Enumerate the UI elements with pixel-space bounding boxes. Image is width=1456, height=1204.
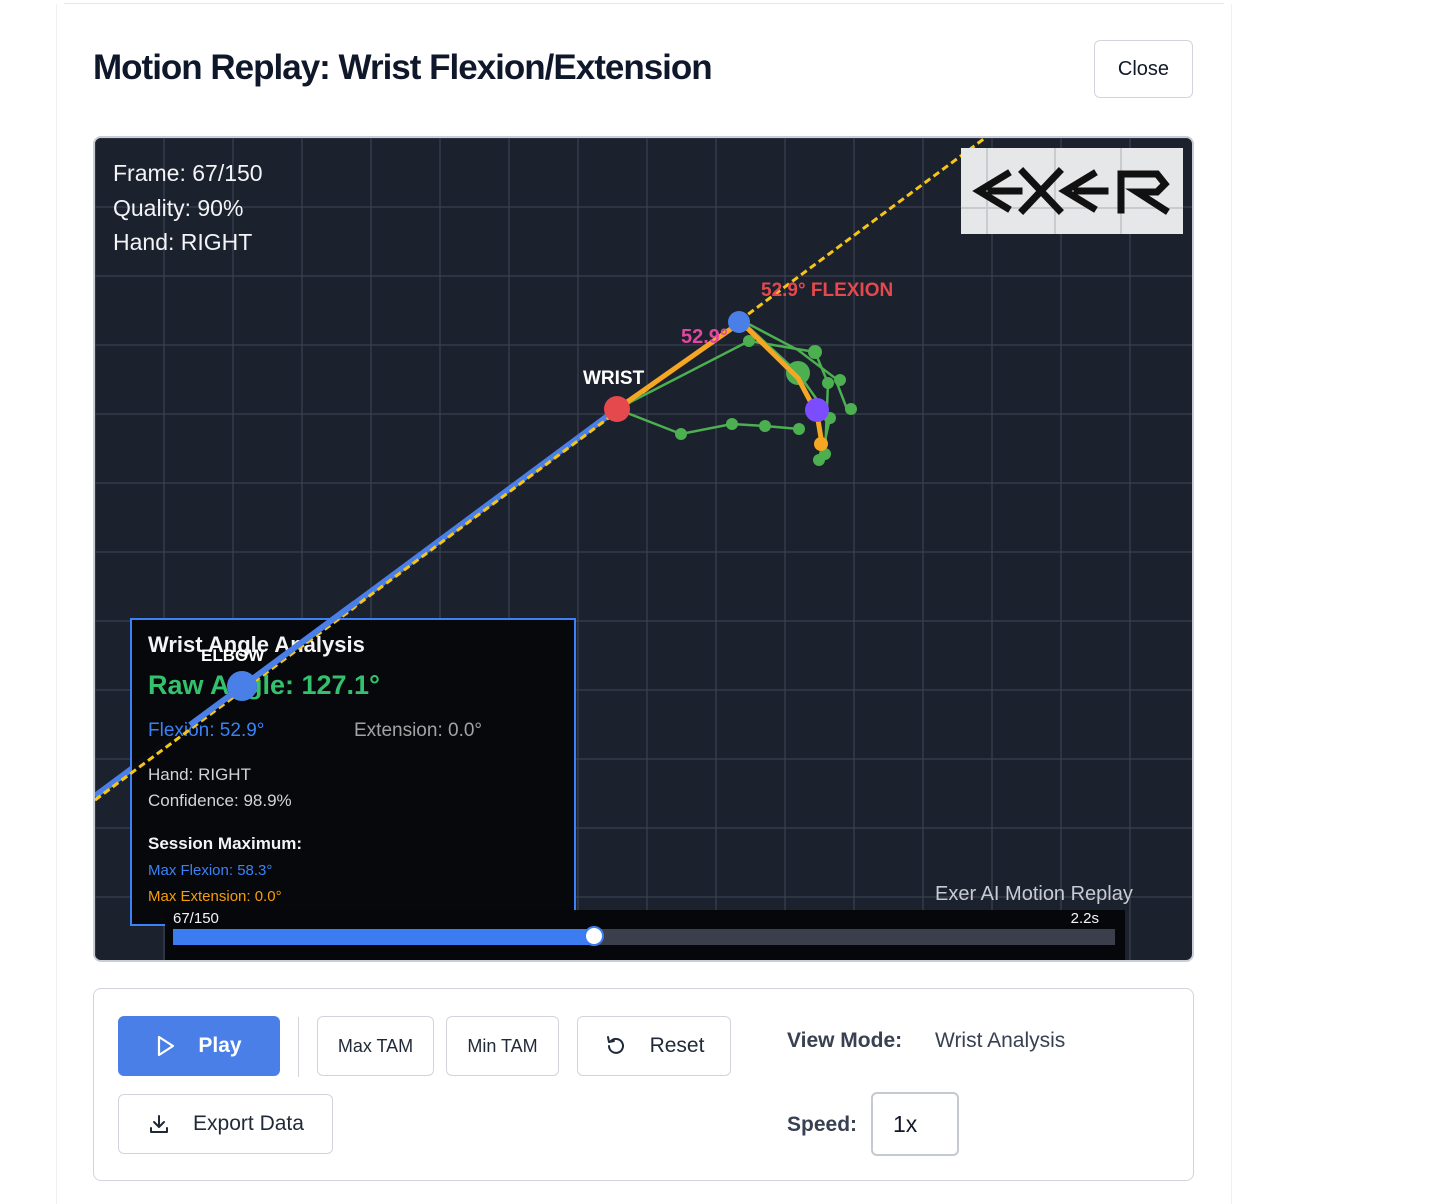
- session-maximum-heading: Session Maximum:: [148, 834, 302, 853]
- hud-hand: Hand: RIGHT: [113, 229, 253, 255]
- timeline-frame-label: 67/150: [173, 910, 219, 927]
- flexion-tag-label: 52.9° FLEXION: [761, 280, 893, 301]
- max-tam-button[interactable]: Max TAM: [317, 1016, 434, 1076]
- hand-joints: [675, 335, 857, 466]
- hud-quality: Quality: 90%: [113, 195, 244, 221]
- angle-arc-label: 52.9°: [681, 326, 728, 348]
- knuckle-marker: [728, 311, 750, 333]
- hand-skeleton: [616, 318, 849, 459]
- timeline-thumb[interactable]: [583, 926, 604, 946]
- download-icon: [150, 1115, 169, 1133]
- wrist-angle-analysis-panel: Wrist Angle Analysis Raw Angle: 127.1° F…: [130, 618, 576, 926]
- max-flexion-value: Max Flexion: 58.3°: [148, 862, 273, 879]
- timeline-track[interactable]: [173, 926, 1115, 946]
- index-tip-marker: [814, 437, 828, 451]
- view-mode-value[interactable]: Wrist Analysis: [935, 1029, 1065, 1053]
- exer-logo-mark: [961, 148, 1183, 234]
- exer-logo: [961, 148, 1183, 234]
- analysis-title: Wrist Angle Analysis: [148, 632, 365, 657]
- export-label: Export Data: [193, 1112, 304, 1135]
- page-title: Motion Replay: Wrist Flexion/Extension: [93, 48, 713, 87]
- motion-viewer[interactable]: WRIST 52.9° FLEXION 52.9° Frame: 67/150 …: [93, 136, 1194, 962]
- wrist-joint-marker: [604, 396, 630, 422]
- min-tam-button[interactable]: Min TAM: [446, 1016, 559, 1076]
- timeline-progress: [173, 929, 594, 945]
- speed-select[interactable]: 1x: [871, 1092, 959, 1156]
- fingertip-marker: [805, 398, 829, 422]
- reset-button[interactable]: Reset: [577, 1016, 731, 1076]
- controls-panel: Play Max TAM Min TAM Reset Export Data V…: [93, 988, 1194, 1181]
- speed-label: Speed:: [787, 1113, 858, 1136]
- timeline-scrubber[interactable]: 67/150 2.2s: [165, 910, 1125, 960]
- raw-angle-value: Raw Angle: 127.1°: [148, 670, 380, 700]
- play-label: Play: [198, 1034, 242, 1057]
- play-icon: [158, 1035, 175, 1057]
- extension-value: Extension: 0.0°: [354, 720, 483, 741]
- analysis-confidence: Confidence: 98.9%: [148, 791, 292, 810]
- flexion-value: Flexion: 52.9°: [148, 720, 265, 741]
- analysis-hand: Hand: RIGHT: [148, 765, 251, 784]
- play-button[interactable]: Play: [118, 1016, 280, 1076]
- timeline-time-label: 2.2s: [1070, 910, 1099, 927]
- viewer-watermark: Exer AI Motion Replay: [935, 883, 1133, 905]
- max-extension-value: Max Extension: 0.0°: [148, 888, 282, 905]
- speed-value: 1x: [893, 1110, 918, 1137]
- reset-label: Reset: [649, 1034, 705, 1057]
- view-mode-label: View Mode:: [787, 1029, 903, 1052]
- hud-frame: Frame: 67/150: [113, 160, 263, 186]
- wrist-label: WRIST: [583, 368, 645, 389]
- reset-icon: [606, 1036, 624, 1054]
- export-data-button[interactable]: Export Data: [118, 1094, 333, 1154]
- controls-divider: [298, 1017, 299, 1077]
- close-button[interactable]: Close: [1094, 40, 1193, 98]
